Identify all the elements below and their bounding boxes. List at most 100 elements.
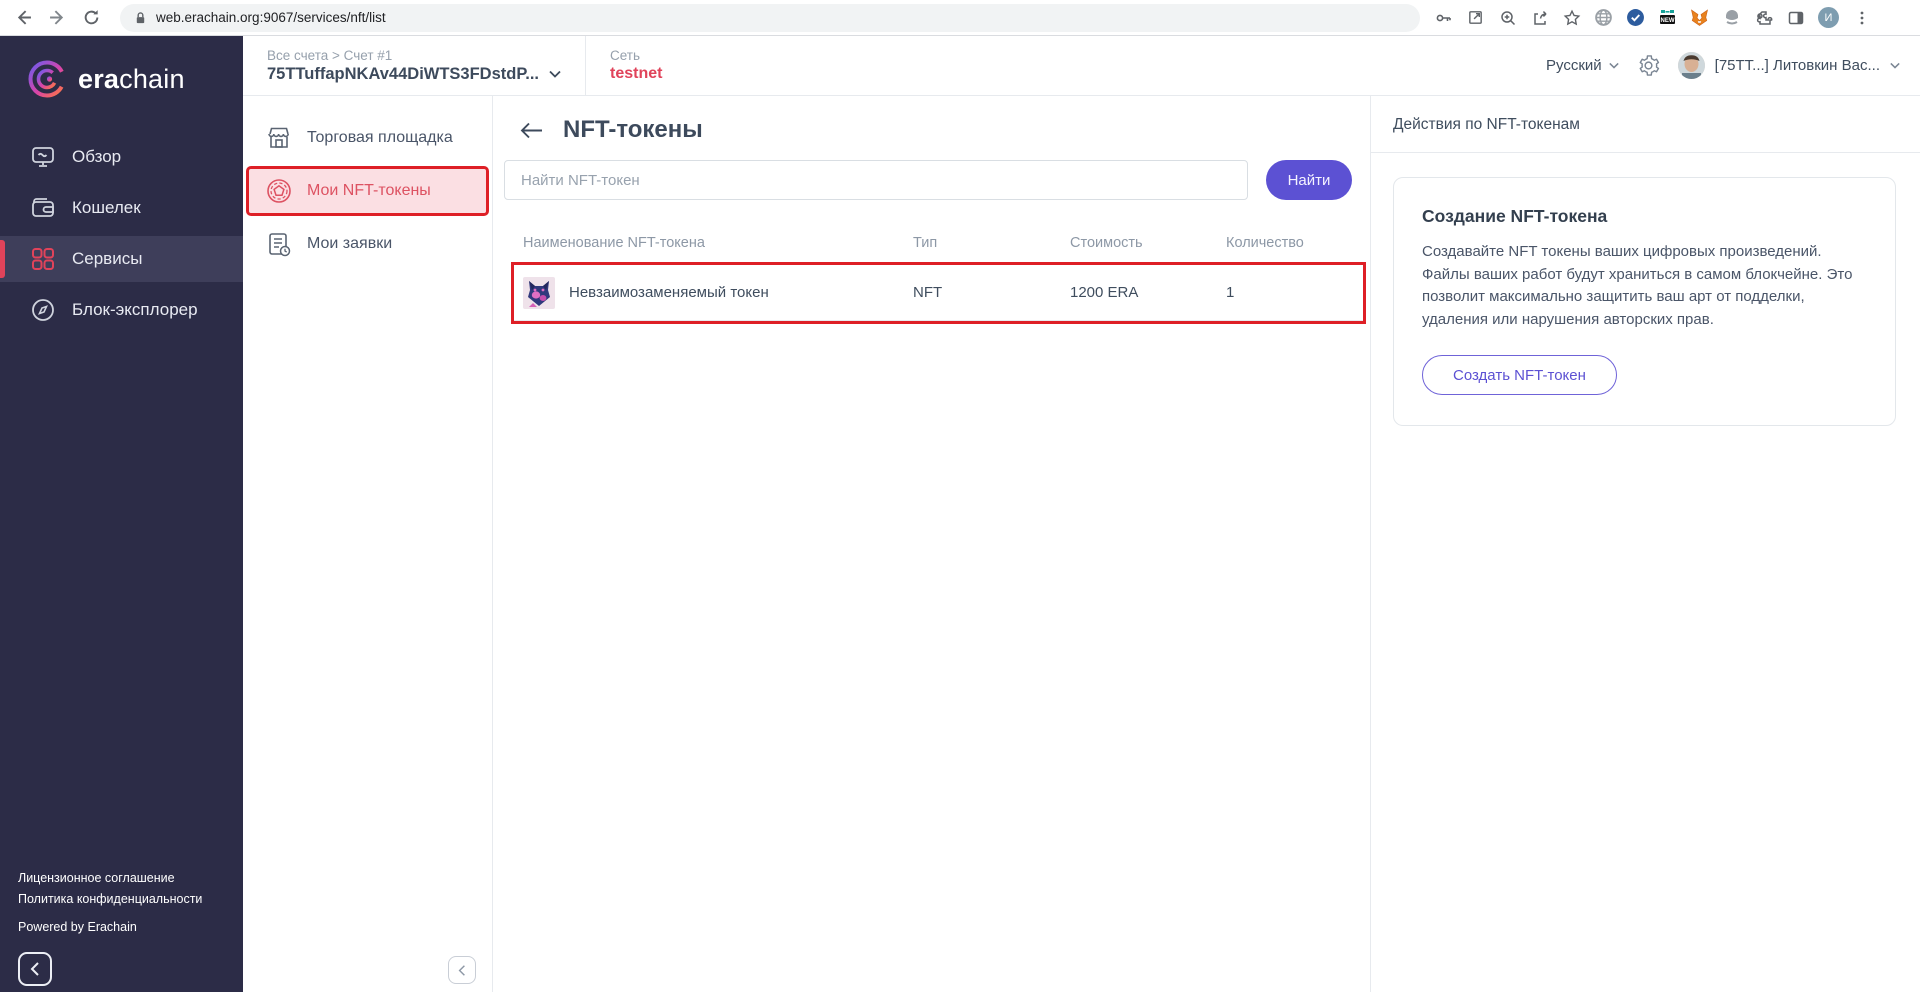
network-indicator: Сеть testnet (610, 48, 662, 83)
account-selector[interactable]: Все счета > Счет #1 75TTuffapNKAv44DiWTS… (267, 48, 561, 84)
sidebar-footer: Лицензионное соглашение Политика конфиде… (0, 871, 243, 992)
card-title: Создание NFT-токена (1422, 206, 1608, 226)
submenu-item-my-nft[interactable]: Мои NFT-токены (246, 166, 489, 216)
user-menu[interactable]: [75TT...] Литовкин Вас... (1677, 52, 1900, 79)
account-address: 75TTuffapNKAv44DiWTS3FDstdP... (267, 64, 539, 83)
storefront-icon (268, 127, 289, 148)
browser-refresh-icon[interactable] (78, 5, 104, 31)
nft-main-panel: NFT-токены Найти Наименование NFT-токена… (493, 96, 1370, 992)
primary-sidebar: erachain Обзор Кошелек Сервисы Блок-эксп… (0, 36, 243, 992)
browser-back-icon[interactable] (10, 5, 36, 31)
shield-icon[interactable] (1722, 8, 1741, 27)
browser-profile-avatar[interactable]: И (1818, 7, 1839, 28)
network-value: testnet (609, 65, 663, 82)
nft-table: Наименование NFT-токена Тип Стоимость Ко… (511, 235, 1366, 324)
sidebar-item-overview[interactable]: Обзор (0, 134, 243, 180)
table-header: Наименование NFT-токена Тип Стоимость Ко… (514, 235, 1363, 265)
language-label: Русский (1545, 57, 1602, 74)
open-in-new-icon[interactable] (1466, 8, 1485, 27)
arrow-left-icon (520, 122, 542, 138)
submenu-item-label: Мои NFT-токены (307, 182, 431, 199)
nft-thumbnail (523, 276, 555, 309)
breadcrumb: Все счета > Счет #1 (267, 47, 393, 63)
sidebar-item-explorer[interactable]: Блок-эксплорер (0, 287, 243, 333)
submenu-item-label: Торговая площадка (307, 129, 453, 146)
globe-icon[interactable] (1594, 8, 1613, 27)
network-label: Сеть (609, 48, 641, 63)
orders-doc-icon (269, 233, 291, 257)
create-nft-button[interactable]: Создать NFT-токен (1422, 355, 1617, 395)
new-badge-text: NEW (1661, 18, 1675, 24)
sidebar-collapse-button[interactable] (18, 952, 52, 986)
submenu-item-label: Мои заявки (307, 235, 393, 252)
submenu-item-marketplace[interactable]: Торговая площадка (249, 116, 486, 160)
sidebar-item-services[interactable]: Сервисы (0, 236, 243, 282)
sidebar-item-label: Кошелек (72, 198, 141, 217)
new-badge-icon[interactable]: NEW (1658, 8, 1677, 27)
col-header-name: Наименование NFT-токена (523, 235, 705, 251)
col-header-qty: Количество (1226, 235, 1304, 251)
nft-qty: 1 (1226, 284, 1235, 301)
card-text: Создавайте NFT токены ваших цифровых про… (1422, 243, 1853, 328)
erachain-logo-text: erachain (78, 63, 185, 94)
app-header: Все счета > Счет #1 75TTuffapNKAv44DiWTS… (243, 36, 1920, 96)
check-badge-icon[interactable] (1626, 8, 1645, 27)
nft-price: 1200 ERA (1070, 284, 1139, 301)
share-icon[interactable] (1530, 8, 1549, 27)
key-icon[interactable] (1434, 8, 1453, 27)
chevron-left-icon (30, 962, 39, 976)
col-header-type: Тип (913, 235, 938, 251)
create-nft-card: Создание NFT-токена Создавайте NFT токен… (1393, 177, 1896, 426)
puzzle-icon[interactable] (1754, 8, 1773, 27)
license-link[interactable]: Лицензионное соглашение (18, 871, 225, 885)
col-header-price: Стоимость (1070, 235, 1143, 251)
erachain-logo[interactable]: erachain (0, 36, 243, 122)
browser-toolbar: web.erachain.org:9067/services/nft/list (0, 0, 1920, 36)
grid-icon (32, 248, 54, 270)
sidebar-menu: Обзор Кошелек Сервисы Блок-эксплорер (0, 134, 243, 338)
back-button[interactable] (520, 122, 543, 139)
search-button[interactable]: Найти (1266, 160, 1352, 200)
nft-actions-panel: Действия по NFT-токенам Создание NFT-ток… (1370, 96, 1920, 992)
language-selector[interactable]: Русский (1546, 57, 1619, 74)
nft-name: Невзаимозаменяемый токен (569, 284, 769, 301)
user-name: [75TT...] Литовкин Вас... (1714, 57, 1880, 74)
chevron-down-icon (1608, 62, 1619, 69)
aside-title: Действия по NFT-токенам (1393, 116, 1580, 133)
browser-forward-icon[interactable] (44, 5, 70, 31)
erachain-logo-icon (28, 60, 66, 98)
page-title: NFT-токены (563, 116, 703, 143)
privacy-link[interactable]: Политика конфиденциальности (18, 892, 225, 906)
browser-extensions-row: NEW И (1434, 7, 1875, 28)
url-text: web.erachain.org:9067/services/nft/list (156, 10, 386, 25)
chevron-down-icon (549, 70, 561, 78)
sidebar-item-label: Обзор (72, 147, 122, 166)
sidebar-item-label: Сервисы (72, 249, 143, 268)
submenu-item-my-orders[interactable]: Мои заявки (249, 222, 486, 266)
aside-divider (1371, 152, 1920, 153)
wallet-icon (32, 198, 54, 217)
services-submenu: Торговая площадка Мои NFT-токены Мои зая… (243, 96, 493, 992)
gear-icon[interactable] (1637, 54, 1660, 77)
header-divider (584, 36, 586, 95)
address-bar[interactable]: web.erachain.org:9067/services/nft/list (120, 3, 1420, 32)
sidebar-item-wallet[interactable]: Кошелек (0, 185, 243, 231)
compass-icon (32, 299, 54, 321)
nft-type: NFT (913, 284, 943, 301)
star-icon[interactable] (1562, 8, 1581, 27)
powered-by-label: Powered by Erachain (18, 920, 137, 934)
browser-menu-icon[interactable] (1852, 8, 1871, 27)
search-input[interactable] (504, 160, 1248, 200)
chevron-down-icon (1890, 62, 1900, 69)
side-panel-icon[interactable] (1786, 8, 1805, 27)
zoom-icon[interactable] (1498, 8, 1517, 27)
lock-icon (136, 11, 145, 23)
table-row[interactable]: Невзаимозаменяемый токен NFT 1200 ERA 1 (511, 262, 1366, 324)
chevron-left-icon (458, 964, 465, 976)
user-avatar (1677, 52, 1705, 79)
submenu-collapse-button[interactable] (448, 956, 476, 984)
monitor-icon (32, 147, 54, 167)
sidebar-item-label: Блок-эксплорер (72, 300, 198, 319)
nft-coin-icon (267, 179, 291, 203)
metamask-icon[interactable] (1690, 8, 1709, 27)
